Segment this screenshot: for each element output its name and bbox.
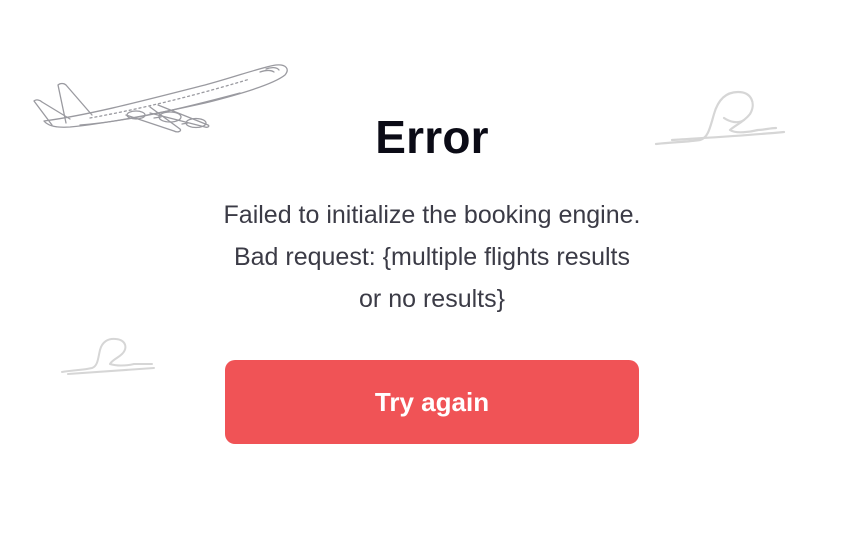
cloud-icon — [61, 337, 155, 375]
error-page: Error Failed to initialize the booking e… — [0, 0, 864, 540]
try-again-button[interactable]: Try again — [225, 360, 639, 444]
error-message: Failed to initialize the booking engine.… — [223, 201, 641, 313]
error-title: Error — [375, 111, 489, 163]
